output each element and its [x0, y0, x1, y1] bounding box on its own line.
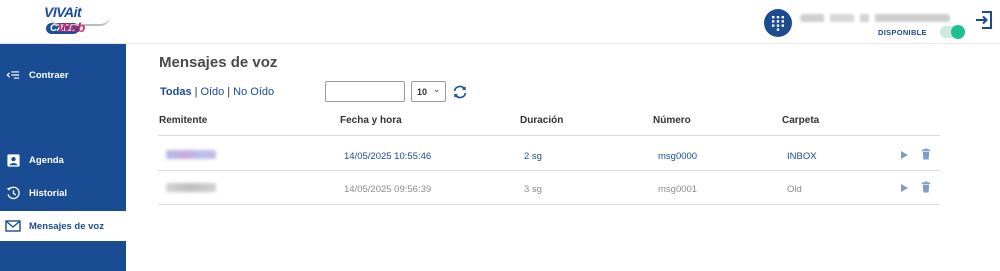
dialpad-icon — [772, 16, 784, 31]
filter-links: Todas | Oído | No Oído — [160, 86, 275, 98]
row-number: msg0000 — [658, 151, 698, 162]
sidebar-item-agenda[interactable]: Agenda — [0, 145, 126, 175]
availability-toggle[interactable] — [940, 25, 965, 39]
page-title: Mensajes de voz — [159, 54, 278, 71]
sidebar-item-label: Historial — [29, 187, 68, 199]
row-number: msg0001 — [658, 184, 698, 195]
collapse-label: Contraer — [29, 69, 69, 81]
column-header-fecha-hora[interactable]: Fecha y hora — [340, 115, 402, 126]
collapse-sidebar-button[interactable]: Contraer — [0, 60, 126, 90]
top-header: VIVAitCALL Web DISPONIBLE — [0, 0, 1000, 44]
dialpad-button[interactable] — [764, 9, 792, 37]
collapse-icon — [5, 67, 21, 83]
sidebar-item-historial[interactable]: Historial — [0, 178, 126, 208]
contact-book-icon — [5, 152, 21, 168]
vivait-call-web-logo: VIVAitCALL Web — [44, 4, 114, 40]
status-label: DISPONIBLE — [878, 28, 927, 37]
row-datetime: 14/05/2025 10:55:46 — [344, 151, 432, 162]
sender-name-redacted — [166, 183, 216, 192]
refresh-icon[interactable] — [452, 84, 468, 100]
column-header-duracion[interactable]: Duración — [520, 115, 563, 126]
chevron-down-icon: ⌄ — [433, 85, 440, 94]
page-size-select[interactable]: 10 ⌄ — [411, 81, 446, 102]
toggle-knob — [951, 25, 965, 39]
row-duration: 3 sg — [524, 184, 542, 195]
filter-no-oido[interactable]: No Oído — [233, 86, 274, 98]
filter-todas[interactable]: Todas — [160, 86, 192, 98]
row-folder: INBOX — [787, 151, 817, 162]
row-duration: 2 sg — [524, 151, 542, 162]
column-header-carpeta[interactable]: Carpeta — [782, 115, 819, 126]
sidebar: Contraer Agenda Historial Mensajes de vo… — [0, 44, 126, 271]
play-icon[interactable] — [898, 149, 910, 161]
page-size-value: 10 — [417, 86, 428, 97]
trash-icon[interactable] — [920, 181, 932, 193]
sidebar-item-label: Mensajes de voz — [29, 220, 104, 232]
logout-icon[interactable] — [974, 10, 994, 30]
play-icon[interactable] — [898, 182, 910, 194]
sidebar-item-mensajes-de-voz[interactable]: Mensajes de voz — [0, 211, 126, 241]
sidebar-item-label: Agenda — [29, 154, 64, 166]
history-icon — [5, 185, 21, 201]
user-name-redacted — [800, 14, 950, 22]
voicemail-panel: Mensajes de voz Todas | Oído | No Oído 10 ⌄ … — [158, 44, 1000, 271]
row-folder: Old — [787, 184, 802, 195]
sender-name-redacted — [166, 150, 216, 159]
table-divider — [158, 135, 940, 136]
mail-icon — [5, 218, 21, 234]
column-header-numero[interactable]: Número — [653, 115, 691, 126]
trash-icon[interactable] — [920, 148, 932, 160]
column-header-remitente[interactable]: Remitente — [159, 115, 207, 126]
table-divider — [158, 204, 940, 205]
row-datetime: 14/05/2025 09:56:39 — [344, 184, 432, 195]
filter-oido[interactable]: Oído — [200, 86, 224, 98]
search-input[interactable] — [325, 81, 405, 102]
table-divider — [158, 170, 940, 171]
